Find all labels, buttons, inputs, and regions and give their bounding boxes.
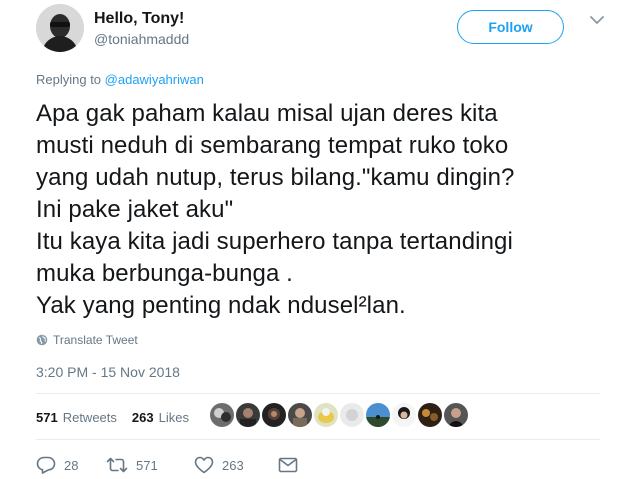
retweet-count: 571 <box>136 457 158 473</box>
tweet-text: Apa gak paham kalau misal ujan deres kit… <box>36 100 515 319</box>
tweet-actions: 28 571 263 <box>36 454 298 476</box>
tweet: Hello, Tony! @toniahmaddd Follow Replyin… <box>0 0 636 479</box>
replying-prefix: Replying to <box>36 72 105 87</box>
liker-avatar[interactable] <box>340 403 364 427</box>
likes-label: Likes <box>158 409 189 425</box>
liker-avatar[interactable] <box>288 403 312 427</box>
liker-avatar[interactable] <box>236 403 260 427</box>
translate-label: Translate Tweet <box>53 333 138 347</box>
divider <box>36 439 600 440</box>
liker-avatar[interactable] <box>262 403 286 427</box>
retweets-label: Retweets <box>62 409 117 425</box>
liker-avatar[interactable] <box>444 403 468 427</box>
chevron-down-icon[interactable] <box>589 14 605 26</box>
retweet-button[interactable]: 571 <box>106 457 194 473</box>
reply-button[interactable]: 28 <box>36 456 106 474</box>
retweets-stat[interactable]: 571 Retweets <box>36 410 117 425</box>
replying-to-link[interactable]: @adawiyahriwan <box>105 72 204 87</box>
follow-button[interactable]: Follow <box>457 10 564 44</box>
likes-count: 263 <box>131 409 154 425</box>
globe-icon <box>36 334 48 346</box>
like-button[interactable]: 263 <box>194 456 278 474</box>
reply-icon <box>36 456 56 474</box>
liker-avatar[interactable] <box>392 403 416 427</box>
avatar-image <box>36 4 84 52</box>
likes-stat[interactable]: 263 Likes <box>132 410 189 425</box>
translate-tweet[interactable]: Translate Tweet <box>36 333 138 347</box>
divider <box>36 393 600 394</box>
reply-count: 28 <box>64 457 79 473</box>
heart-icon <box>194 456 214 474</box>
retweet-icon <box>106 457 128 473</box>
liker-avatar[interactable] <box>418 403 442 427</box>
like-count: 263 <box>222 457 244 473</box>
direct-message-button[interactable] <box>278 457 298 473</box>
envelope-icon <box>278 457 298 473</box>
tweet-stats: 571 Retweets 263 Likes <box>36 403 204 431</box>
retweets-count: 571 <box>36 409 58 425</box>
display-name[interactable]: Hello, Tony! <box>94 10 184 28</box>
replying-to: Replying to @adawiyahriwan <box>36 72 204 87</box>
user-handle[interactable]: @toniahmaddd <box>94 31 189 47</box>
avatar[interactable] <box>36 4 84 52</box>
liker-avatar[interactable] <box>366 403 390 427</box>
timestamp[interactable]: 3:20 PM - 15 Nov 2018 <box>36 364 180 380</box>
liker-avatar[interactable] <box>210 403 234 427</box>
liker-avatar[interactable] <box>314 403 338 427</box>
liker-avatars <box>210 403 470 427</box>
